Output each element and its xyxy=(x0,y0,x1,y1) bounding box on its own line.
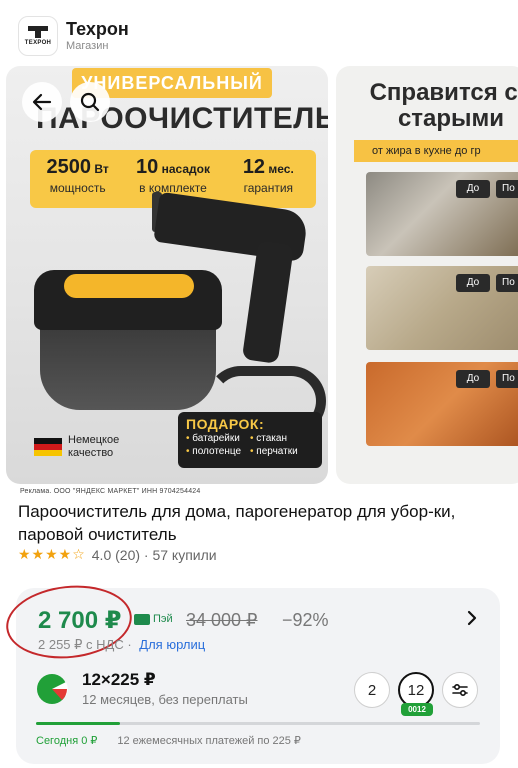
gallery-slide-second[interactable]: Справится со старыми от жира в кухне до … xyxy=(336,66,518,484)
spec-warranty-value: 12 xyxy=(242,156,266,178)
spec-warranty: 12 мес. гарантия xyxy=(221,150,316,208)
payment-schedule-labels: Сегодня 0 ₽ 12 ежемесячных платежей по 2… xyxy=(36,734,301,747)
installment-settings-button[interactable] xyxy=(442,672,478,708)
installment-description: 12 месяцев, без переплаты xyxy=(82,692,248,707)
gift-box: ПОДАРОК: батарейки стакан полотенце перч… xyxy=(178,412,322,468)
steamer-unit-illustration xyxy=(34,270,224,410)
store-logo-text: ТЕХРОН xyxy=(24,40,52,46)
product-gallery[interactable]: УНИВЕРСАЛЬНЫЙ ПАРООЧИСТИТЕЛЬ 2500 Вт мощ… xyxy=(0,66,518,484)
discount-badge: −92% xyxy=(282,610,329,630)
card-icon xyxy=(134,613,150,625)
gift-item: батарейки xyxy=(186,432,250,445)
store-name[interactable]: Техрон xyxy=(66,19,129,39)
before-after-sink: До По xyxy=(366,172,518,256)
payment-progress-fill xyxy=(36,722,121,725)
before-label: До xyxy=(456,370,490,388)
gift-item: перчатки xyxy=(250,445,314,458)
germany-flag-icon xyxy=(34,438,62,456)
arrow-left-icon xyxy=(32,93,52,111)
after-label: По xyxy=(496,370,518,388)
before-after-corner: До По xyxy=(366,266,518,350)
gallery-slide-main[interactable]: УНИВЕРСАЛЬНЫЙ ПАРООЧИСТИТЕЛЬ 2500 Вт мощ… xyxy=(6,66,328,484)
rating-row[interactable]: ★★★★☆ 4.0 (20) · 57 купили xyxy=(18,546,217,563)
pay-badge: Пэй xyxy=(134,613,173,625)
spec-power-unit: Вт xyxy=(94,162,109,176)
spec-nozzles-value: 10 xyxy=(136,156,159,178)
spec-warranty-unit: мес. xyxy=(268,162,294,176)
monthly-payments-label: 12 ежемесячных платежей по 225 ₽ xyxy=(117,735,301,747)
store-logo-mark xyxy=(28,26,48,38)
product-title: Пароочиститель для дома, парогенератор д… xyxy=(18,502,456,544)
store-meta: Техрон Магазин xyxy=(66,19,129,53)
pay-label: Пэй xyxy=(153,613,173,625)
ad-disclaimer: Реклама. ООО "ЯНДЕКС МАРКЕТ" ИНН 9704254… xyxy=(20,488,201,495)
spec-warranty-caption: гарантия xyxy=(243,181,294,195)
after-label: По xyxy=(496,180,518,198)
old-price: 34 000 ₽ xyxy=(186,610,258,630)
term-option-2[interactable]: 2 xyxy=(354,672,390,708)
chevron-right-icon[interactable] xyxy=(462,608,482,628)
back-button[interactable] xyxy=(22,82,62,122)
term-selected-badge: 0012 xyxy=(401,703,433,716)
store-type: Магазин xyxy=(66,40,109,52)
spec-power-value: 2500 xyxy=(46,156,92,178)
payment-progress-track xyxy=(36,722,480,725)
installment-text: 12×225 ₽ 12 месяцев, без переплаты xyxy=(82,670,248,707)
split-logo-icon xyxy=(37,673,68,704)
slide2-title: Справится со старыми xyxy=(369,79,518,132)
rating-stars-icon: ★★★★☆ xyxy=(18,546,86,562)
store-logo: ТЕХРОН xyxy=(18,16,58,56)
before-label: До xyxy=(456,180,490,198)
product-page: ТЕХРОН Техрон Магазин УНИВЕРСАЛЬНЫЙ ПАРО… xyxy=(0,0,518,768)
installment-amount: 12×225 ₽ xyxy=(82,670,156,689)
gift-item: стакан xyxy=(250,432,314,445)
before-after-sofa: До По xyxy=(366,362,518,446)
vat-price: 2 255 ₽ с НДС · xyxy=(38,637,132,652)
installment-offer[interactable]: 12×225 ₽ 12 месяцев, без переплаты xyxy=(36,670,248,707)
vat-row: 2 255 ₽ с НДС · Для юрлиц xyxy=(38,637,205,653)
store-header[interactable]: ТЕХРОН Техрон Магазин xyxy=(18,14,129,58)
gift-item: полотенце xyxy=(186,445,250,458)
price-card[interactable]: 2 700 ₽ Пэй 34 000 ₽ −92% 2 255 ₽ с НДС … xyxy=(2,579,500,764)
steamer-lid-top xyxy=(64,274,194,298)
current-price: 2 700 ₽ xyxy=(38,607,122,634)
origin-badge: Немецкое качество xyxy=(34,434,132,460)
steam-gun-handle xyxy=(241,240,295,364)
rating-summary: 4.0 (20) · 57 купили xyxy=(91,546,217,563)
origin-text: Немецкое качество xyxy=(68,434,120,459)
sliders-icon xyxy=(452,683,468,697)
before-label: До xyxy=(456,274,490,292)
slide2-subtitle: от жира в кухне до гр xyxy=(354,140,518,162)
spec-power: 2500 Вт мощность xyxy=(30,150,125,208)
gift-title: ПОДАРОК: xyxy=(186,416,265,432)
spec-nozzles-unit: насадок xyxy=(161,162,210,176)
spec-power-caption: мощность xyxy=(49,181,106,195)
search-button[interactable] xyxy=(70,82,110,122)
business-buyers-link[interactable]: Для юрлиц xyxy=(139,637,205,652)
gift-list: батарейки стакан полотенце перчатки xyxy=(186,432,314,458)
today-payment-label: Сегодня 0 ₽ xyxy=(36,735,98,747)
after-label: По xyxy=(496,274,518,292)
search-icon xyxy=(80,92,100,112)
steamer-tank xyxy=(40,324,216,410)
